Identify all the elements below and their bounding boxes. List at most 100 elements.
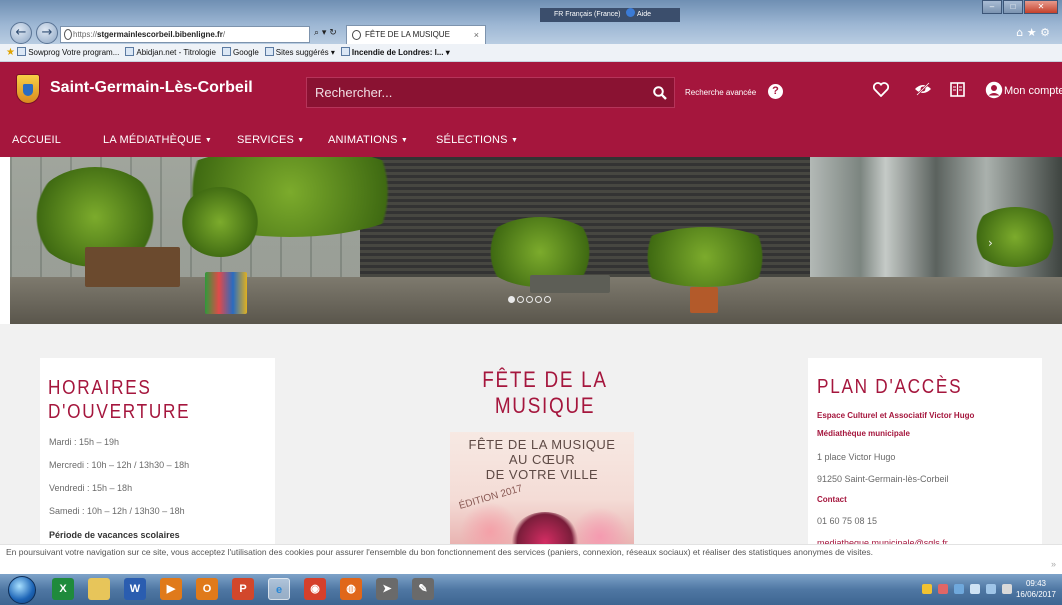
contact-label: Contact	[817, 495, 847, 504]
network-icon[interactable]	[986, 584, 996, 594]
tab-close-button[interactable]: ×	[474, 26, 479, 44]
chrome-icon[interactable]: ◉	[304, 578, 326, 600]
poster-bokeh	[570, 507, 630, 544]
carousel-dots	[508, 296, 553, 303]
browser-tab[interactable]: FÊTE DE LA MUSIQUE ×	[346, 25, 486, 44]
favorite-page-icon	[264, 47, 274, 56]
carousel-next-arrow[interactable]: ›	[988, 236, 993, 250]
city-crest-logo[interactable]	[16, 74, 40, 104]
access-map-card: PLAN D'ACCÈS Espace Culturel et Associat…	[808, 358, 1042, 548]
search-button[interactable]	[645, 77, 675, 108]
close-window-button[interactable]: ✕	[1024, 0, 1058, 14]
cookie-text: En poursuivant votre navigation sur ce s…	[6, 547, 873, 557]
eye-slash-icon[interactable]	[914, 82, 932, 101]
misc-icon[interactable]: ✎	[412, 578, 434, 600]
favorite-link[interactable]: Google	[221, 44, 259, 62]
tray-help-icon[interactable]	[922, 584, 932, 594]
favorite-link[interactable]: Sowprog Votre program...	[17, 44, 119, 62]
heart-icon[interactable]	[872, 82, 890, 102]
outlook-icon[interactable]: O	[196, 578, 218, 600]
tray-app-icon[interactable]	[954, 584, 964, 594]
favorite-link[interactable]: Incendie de Londres: l... ▾	[340, 44, 450, 62]
nav-item-label: LA MÉDIATHÈQUE	[103, 134, 202, 146]
system-clock[interactable]: 09:43 16/06/2017	[1014, 578, 1058, 600]
opening-hours-title-line: D'OUVERTURE	[48, 401, 191, 423]
nav-item-accueil[interactable]: ACCUEIL	[12, 134, 61, 146]
address-tools[interactable]: ⌕ ▾ ↻	[314, 28, 337, 38]
favorite-page-icon	[221, 47, 231, 56]
caret-down-icon: ▼	[204, 137, 212, 144]
city-address: 91250 Saint-Germain-lès-Corbeil	[817, 474, 949, 484]
hero-planter	[85, 247, 180, 287]
carousel-dot[interactable]	[544, 296, 551, 303]
favorite-link[interactable]: Sites suggérés ▾	[264, 44, 335, 62]
powerpoint-icon[interactable]: P	[232, 578, 254, 600]
address-prefix: https://	[73, 30, 98, 39]
window-controls: – □ ✕	[981, 0, 1058, 14]
hours-row: Mercredi : 10h – 12h / 13h30 – 18h	[49, 460, 190, 470]
maximize-button[interactable]: □	[1003, 0, 1023, 14]
site-title[interactable]: Saint-Germain-Lès-Corbeil	[50, 79, 253, 97]
favorite-page-icon	[125, 47, 135, 56]
nav-item-animations[interactable]: ANIMATIONS ▼	[328, 134, 408, 146]
access-map-title: PLAN D'ACCÈS	[817, 376, 963, 398]
caret-down-icon: ▼	[400, 137, 409, 144]
address-bar[interactable]: https://stgermainlescorbeil.bibenligne.f…	[60, 26, 310, 43]
venue-name: Espace Culturel et Associatif Victor Hug…	[817, 411, 975, 420]
tray-app-icon[interactable]	[938, 584, 948, 594]
browser-toolbar-icons[interactable]: ⌂ ★ ⚙	[1016, 26, 1050, 39]
advanced-search-link[interactable]: Recherche avancée	[685, 88, 756, 97]
nav-item-selections[interactable]: SÉLECTIONS ▼	[436, 134, 518, 146]
media-player-icon[interactable]: ▶	[160, 578, 182, 600]
search-input[interactable]	[306, 77, 646, 108]
volume-icon[interactable]	[1002, 584, 1012, 594]
carousel-dot[interactable]	[517, 296, 524, 303]
opening-hours-card: HORAIRES D'OUVERTURE Mardi : 15h – 19h M…	[40, 358, 275, 548]
language-help-label[interactable]: Aide	[637, 11, 651, 18]
hours-row: Mardi : 15h – 19h	[49, 437, 120, 447]
firefox-icon[interactable]: ◍	[340, 578, 362, 600]
shortcut-icon[interactable]: ➤	[376, 578, 398, 600]
carousel-dot[interactable]	[508, 296, 515, 303]
favorite-link[interactable]: Abidjan.net - Titrologie	[125, 44, 216, 62]
site-favicon-icon	[64, 29, 72, 40]
opening-hours-title-line: HORAIRES	[48, 377, 152, 399]
start-button[interactable]	[8, 576, 36, 604]
explorer-icon[interactable]	[88, 578, 110, 600]
search-icon	[653, 86, 667, 100]
question-icon[interactable]: ?	[768, 84, 783, 99]
carousel-dot[interactable]	[526, 296, 533, 303]
nav-item-label: SERVICES	[237, 134, 295, 146]
nav-item-label: ACCUEIL	[12, 134, 62, 146]
ie-icon[interactable]: e	[268, 578, 290, 600]
back-button[interactable]: ←	[10, 22, 32, 44]
carousel-dot[interactable]	[535, 296, 542, 303]
nav-item-mediatheque[interactable]: LA MÉDIATHÈQUE ▼	[103, 134, 212, 146]
event-poster[interactable]: FÊTE DE LA MUSIQUE AU CŒUR DE VOTRE VILL…	[450, 432, 634, 544]
hero-planter	[530, 275, 610, 293]
browser-titlebar: ← → https://stgermainlescorbeil.bibenlig…	[0, 0, 1062, 44]
user-account-icon[interactable]	[985, 81, 1003, 104]
favorites-bar: ★ Sowprog Votre program... Abidjan.net - …	[0, 44, 1062, 62]
forward-button[interactable]: →	[36, 22, 58, 44]
poster-line: DE VOTRE VILLE	[485, 467, 599, 482]
language-label: FR Français (France)	[554, 11, 621, 18]
nav-item-services[interactable]: SERVICES ▼	[237, 134, 304, 146]
address-host: stgermainlescorbeil.bibenligne.fr	[97, 30, 223, 39]
hours-row: Samedi : 10h – 12h / 13h30 – 18h	[49, 506, 185, 516]
language-bar[interactable]: FR Français (France) Aide	[540, 8, 680, 22]
favorite-label: Incendie de Londres: l... ▾	[351, 48, 450, 57]
account-link[interactable]: Mon compte	[1004, 85, 1062, 97]
book-icon[interactable]	[950, 82, 965, 102]
word-icon[interactable]: W	[124, 578, 146, 600]
favorites-star-icon[interactable]: ★	[6, 47, 15, 58]
event-title[interactable]: FÊTE DE LA MUSIQUE	[438, 367, 653, 419]
hero-plant	[180, 187, 260, 257]
nav-item-label: ANIMATIONS	[328, 134, 398, 146]
minimize-button[interactable]: –	[982, 0, 1002, 14]
hero-plant	[970, 207, 1060, 267]
flag-icon[interactable]	[970, 584, 980, 594]
excel-icon[interactable]: X	[52, 578, 74, 600]
cookie-close-button[interactable]: »	[1051, 559, 1056, 569]
poster-line: FÊTE DE LA MUSIQUE	[468, 437, 616, 452]
